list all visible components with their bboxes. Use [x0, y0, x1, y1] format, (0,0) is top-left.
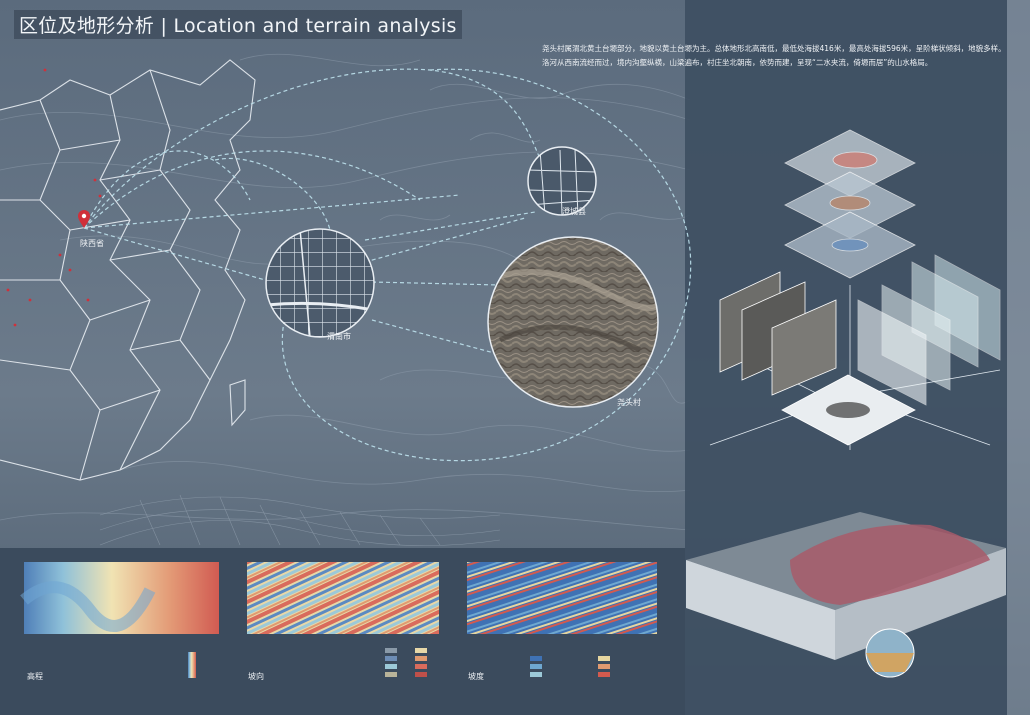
location-pin-icon — [78, 210, 90, 228]
label-aspect: 坡向 — [248, 672, 264, 681]
label-slope: 坡度 — [468, 672, 484, 681]
label-county: 澄城县 — [562, 207, 586, 216]
description-text: 尧头村属渭北黄土台塬部分，地貌以黄土台塬为主。总体地形北高南低，最低处海拔416… — [542, 44, 1006, 67]
label-city: 渭南市 — [327, 332, 351, 341]
overlay-graphics — [6, 68, 1006, 678]
label-village: 尧头村 — [617, 398, 641, 407]
label-elevation: 高程 — [27, 672, 43, 681]
page-title: 区位及地形分析 | Location and terrain analysis — [14, 10, 462, 39]
label-province: 陕西省 — [80, 239, 104, 248]
